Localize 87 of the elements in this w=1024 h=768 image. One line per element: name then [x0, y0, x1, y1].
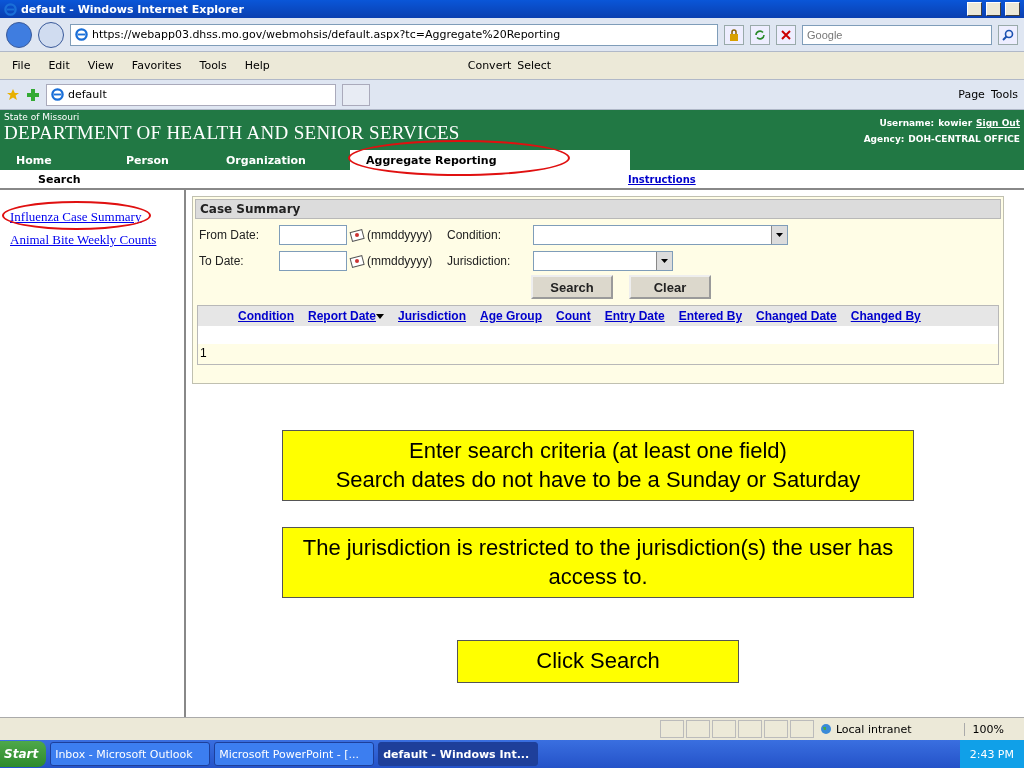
close-icon	[781, 29, 791, 40]
clock: 2:43 PM	[969, 747, 1014, 761]
taskbar-button[interactable]: Inbox - Microsoft Outlook	[50, 742, 211, 766]
agency: DOH-CENTRAL OFFICE	[908, 134, 1020, 144]
status-pane	[685, 720, 710, 738]
pager-number[interactable]: 1	[198, 344, 998, 364]
sign-out-link[interactable]: Sign Out	[976, 118, 1020, 128]
command-button[interactable]: Tools	[990, 88, 1018, 101]
globe-icon	[4, 2, 17, 16]
column-header[interactable]: Jurisdiction	[398, 309, 466, 323]
address-field[interactable]: https://webapp03.dhss.mo.gov/webmohsis/default.aspx?tc=Aggregate%20Reporting	[70, 23, 718, 46]
to-date-field[interactable]	[279, 251, 347, 271]
search-icon	[1002, 28, 1014, 41]
menu-item[interactable]: Edit	[42, 59, 76, 72]
instructions-link[interactable]: Instructions	[628, 173, 696, 185]
clear-button[interactable]: Clear	[629, 275, 711, 299]
refresh-button[interactable]	[750, 24, 770, 45]
state-label: State of Missouri	[4, 112, 81, 122]
column-header[interactable]: Age Group	[480, 309, 542, 323]
date-format-hint: (mmddyyyy)	[367, 228, 433, 242]
jurisdiction-label: Jurisdiction:	[447, 254, 512, 268]
username: kowier	[938, 118, 973, 128]
status-pane	[737, 720, 762, 738]
column-header[interactable]: Count	[556, 309, 591, 323]
sidebar-link[interactable]: Animal Bite Weekly Counts	[10, 232, 157, 247]
from-date-label: From Date:	[199, 228, 260, 242]
username-label: Username:	[879, 118, 935, 128]
zone-status: Local intranet	[815, 722, 962, 736]
menu-item[interactable]: Tools	[193, 59, 233, 72]
date-format-hint: (mmddyyyy)	[367, 254, 433, 268]
menu-item[interactable]: Help	[238, 59, 276, 72]
column-header[interactable]: Entered By	[678, 309, 743, 323]
calendar-icon[interactable]	[349, 254, 365, 268]
nav-tab[interactable]: Aggregate Reporting	[350, 150, 630, 170]
forward-button[interactable]	[38, 21, 64, 48]
status-pane	[659, 720, 684, 738]
subnav-item[interactable]: Search	[0, 172, 628, 186]
search-field[interactable]: Google	[802, 24, 992, 45]
nav-tab[interactable]: Person	[110, 150, 210, 170]
calendar-icon[interactable]	[349, 228, 365, 242]
status-pane	[711, 720, 736, 738]
status-pane	[763, 720, 788, 738]
minimize-button[interactable]	[967, 2, 982, 16]
zoom-level[interactable]: 100%	[963, 722, 1024, 736]
browser-tab[interactable]: default	[46, 83, 336, 106]
command-button[interactable]: Page	[958, 88, 985, 101]
to-date-label: To Date:	[199, 254, 245, 268]
nav-tab[interactable]: Home	[0, 150, 110, 170]
from-date-field[interactable]	[279, 225, 347, 245]
back-button[interactable]	[6, 21, 32, 48]
status-pane	[789, 720, 814, 738]
globe-icon	[75, 28, 88, 41]
column-header[interactable]: Report Date	[308, 309, 384, 323]
menu-item[interactable]: View	[81, 59, 120, 72]
start-button[interactable]: Start	[0, 741, 47, 767]
column-header[interactable]: Changed Date	[756, 309, 837, 323]
search-button[interactable]: Search	[531, 275, 613, 299]
maximize-button[interactable]	[986, 2, 1001, 16]
refresh-icon	[754, 28, 766, 41]
taskbar-button[interactable]: Microsoft PowerPoint - [...	[214, 742, 375, 766]
close-button[interactable]	[1005, 2, 1020, 16]
column-header[interactable]: Entry Date	[604, 309, 665, 323]
toolbar-button[interactable]: Convert	[467, 59, 512, 72]
panel-title: Case Summary	[195, 199, 1001, 219]
callout-note: The jurisdiction is restricted to the jurisdiction(s) the user has access to.	[282, 527, 914, 599]
column-header[interactable]: Condition	[238, 309, 294, 323]
sidebar-link[interactable]: Influenza Case Summary	[10, 209, 142, 224]
taskbar-button[interactable]: default - Windows Int...	[378, 742, 539, 766]
callout-note: Enter search criteria (at least one field) Search dates do not have to be a Sunday or Saturday	[282, 430, 914, 502]
lock-icon	[729, 28, 739, 41]
agency-label: Agency:	[863, 134, 905, 144]
nav-tab[interactable]: Organization	[210, 150, 350, 170]
menu-item[interactable]: Favorites	[125, 59, 188, 72]
caret-icon	[376, 313, 384, 319]
callout-note: Click Search	[457, 640, 739, 683]
globe-icon	[819, 723, 832, 735]
stop-button[interactable]	[776, 24, 796, 45]
department-title: DEPARTMENT OF HEALTH AND SENIOR SERVICES	[4, 122, 460, 144]
lock-button[interactable]	[724, 24, 744, 45]
search-button[interactable]	[998, 24, 1018, 45]
menu-item[interactable]: File	[6, 59, 37, 72]
window-title: default - Windows Internet Explorer	[21, 2, 244, 16]
condition-label: Condition:	[447, 228, 503, 242]
column-header[interactable]: Changed By	[850, 309, 921, 323]
globe-icon	[51, 88, 64, 101]
star-icon[interactable]	[6, 87, 20, 102]
toolbar-button[interactable]: Select	[517, 59, 552, 72]
